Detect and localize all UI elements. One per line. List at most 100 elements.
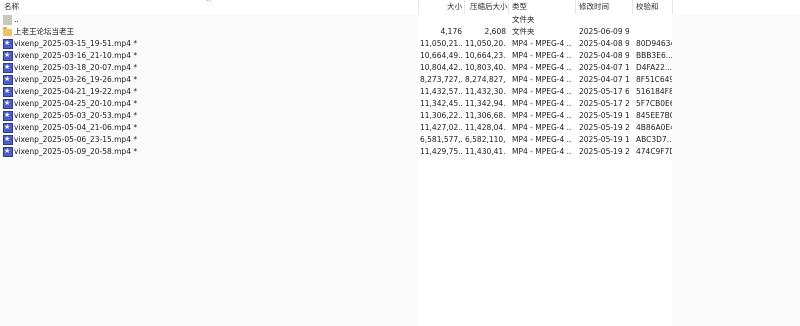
file-size: 11,427,02... [420,123,462,132]
packed-size: 2,608 [484,27,506,36]
sort-ascending-icon: ^ [206,0,212,6]
table-row[interactable]: ★ vixenp_2025-04-21_19-22.mp4 * 11,432,5… [0,86,672,98]
modified-time: 2025-04-08 9... [579,39,629,48]
video-file-icon: ★ [3,63,13,73]
file-name: vixenp_2025-04-21_19-22.mp4 * [14,87,138,96]
packed-size: 11,432,30... [465,87,506,96]
column-divider[interactable] [575,0,576,14]
file-name: vixenp_2025-03-15_19-51.mp4 * [14,39,138,48]
checksum [636,14,672,26]
modified-time: 2025-04-08 9... [579,51,629,60]
checksum: D4FA22... [636,63,672,72]
video-file-icon: ★ [3,111,13,121]
modified-time: 2025-05-19 2... [579,147,629,156]
video-file-icon: ★ [3,99,13,109]
video-file-icon: ★ [3,123,13,133]
column-header-modified[interactable]: 修改时间 [579,0,609,14]
file-type: MP4 - MPEG-4 ... [512,123,572,132]
modified-time: 2025-05-17 6... [579,87,629,96]
table-row[interactable]: 上老王论坛当老王 4,176 2,608 文件夹 2025-06-09 9... [0,26,672,38]
file-name: .. [14,15,19,24]
packed-size: 6,582,110,... [465,135,506,144]
file-name: vixenp_2025-05-03_20-53.mp4 * [14,111,138,120]
packed-size: 8,274,827,... [465,75,506,84]
folder-icon [3,27,12,36]
checksum: 5F7CB0E6 [636,99,672,108]
packed-size [465,14,506,26]
checksum: 845EE7BC [636,111,672,120]
modified-time: 2025-06-09 9... [579,27,629,36]
table-row[interactable]: ★ vixenp_2025-03-16_21-10.mp4 * 10,664,4… [0,50,672,62]
table-row[interactable]: ★ vixenp_2025-03-18_20-07.mp4 * 10,804,4… [0,62,672,74]
file-size [420,14,462,26]
column-header-checksum[interactable]: 校验和 [636,0,659,14]
table-row[interactable]: ★ vixenp_2025-04-25_20-10.mp4 * 11,342,4… [0,98,672,110]
file-size: 11,306,22... [420,111,462,120]
file-type: 文件夹 [512,15,535,24]
column-divider[interactable] [672,0,673,14]
file-name: vixenp_2025-05-09_20-58.mp4 * [14,147,138,156]
checksum: 8F51C649 [636,75,672,84]
checksum: 80D94634 [636,39,672,48]
file-type: MP4 - MPEG-4 ... [512,111,572,120]
column-divider[interactable] [508,0,509,14]
column-header-packed-size[interactable]: 压缩后大小 [470,0,508,14]
modified-time: 2025-05-19 2... [579,123,629,132]
table-row[interactable]: ★ vixenp_2025-05-06_23-15.mp4 * 6,581,57… [0,134,672,146]
video-file-icon: ★ [3,75,13,85]
column-header-bar: 名称 ^ 大小 压缩后大小 类型 修改时间 校验和 [0,0,800,14]
packed-size: 10,803,40... [465,63,506,72]
column-header-type[interactable]: 类型 [512,0,527,14]
file-size: 11,429,75... [420,147,462,156]
checksum: BBB3E6... [636,51,672,60]
file-type: MP4 - MPEG-4 ... [512,75,572,84]
checksum: ABC3D7... [636,135,672,144]
table-row[interactable]: ★ vixenp_2025-03-26_19-26.mp4 * 8,273,72… [0,74,672,86]
checksum: 4B86A0E4 [636,123,672,132]
column-divider[interactable] [464,0,465,14]
modified-time: 2025-04-07 1... [579,63,629,72]
file-type: MP4 - MPEG-4 ... [512,147,572,156]
file-size: 11,050,21... [420,39,462,48]
table-row[interactable]: ★ vixenp_2025-03-15_19-51.mp4 * 11,050,2… [0,38,672,50]
video-file-icon: ★ [3,135,13,145]
column-header-size[interactable]: 大小 [440,0,462,14]
file-name: vixenp_2025-05-06_23-15.mp4 * [14,135,138,144]
file-size: 6,581,577,... [420,135,462,144]
file-type: 文件夹 [512,27,535,36]
table-row[interactable]: ★ vixenp_2025-05-04_21-06.mp4 * 11,427,0… [0,122,672,134]
up-folder-icon [3,15,12,25]
file-name: vixenp_2025-03-26_19-26.mp4 * [14,75,138,84]
table-row[interactable]: .. 文件夹 [0,14,672,26]
packed-size: 11,430,41... [465,147,506,156]
packed-size: 11,428,04... [465,123,506,132]
file-name: 上老王论坛当老王 [14,27,74,36]
file-type: MP4 - MPEG-4 ... [512,99,572,108]
file-name: vixenp_2025-04-25_20-10.mp4 * [14,99,138,108]
file-size: 10,664,49... [420,51,462,60]
checksum: 516184F8 [636,87,672,96]
column-divider[interactable] [418,0,419,14]
video-file-icon: ★ [3,39,13,49]
column-divider[interactable] [632,0,633,14]
file-name: vixenp_2025-05-04_21-06.mp4 * [14,123,138,132]
packed-size: 11,342,94... [465,99,506,108]
file-type: MP4 - MPEG-4 ... [512,63,572,72]
modified-time: 2025-05-19 1... [579,111,629,120]
table-row[interactable]: ★ vixenp_2025-05-09_20-58.mp4 * 11,429,7… [0,146,672,158]
table-row[interactable]: ★ vixenp_2025-05-03_20-53.mp4 * 11,306,2… [0,110,672,122]
archive-file-list: 名称 ^ 大小 压缩后大小 类型 修改时间 校验和 .. 文件夹 上老王论坛当老… [0,0,800,326]
file-name: vixenp_2025-03-16_21-10.mp4 * [14,51,138,60]
file-size: 10,804,42... [420,63,462,72]
video-file-icon: ★ [3,87,13,97]
file-size: 11,432,57... [420,87,462,96]
video-file-icon: ★ [3,147,13,157]
modified-time: 2025-05-17 2... [579,99,629,108]
file-size: 11,342,45... [420,99,462,108]
packed-size: 10,664,23... [465,51,506,60]
column-header-name[interactable]: 名称 [4,0,19,14]
file-name: vixenp_2025-03-18_20-07.mp4 * [14,63,138,72]
file-type: MP4 - MPEG-4 ... [512,39,572,48]
packed-size: 11,306,68... [465,111,506,120]
file-type: MP4 - MPEG-4 ... [512,87,572,96]
